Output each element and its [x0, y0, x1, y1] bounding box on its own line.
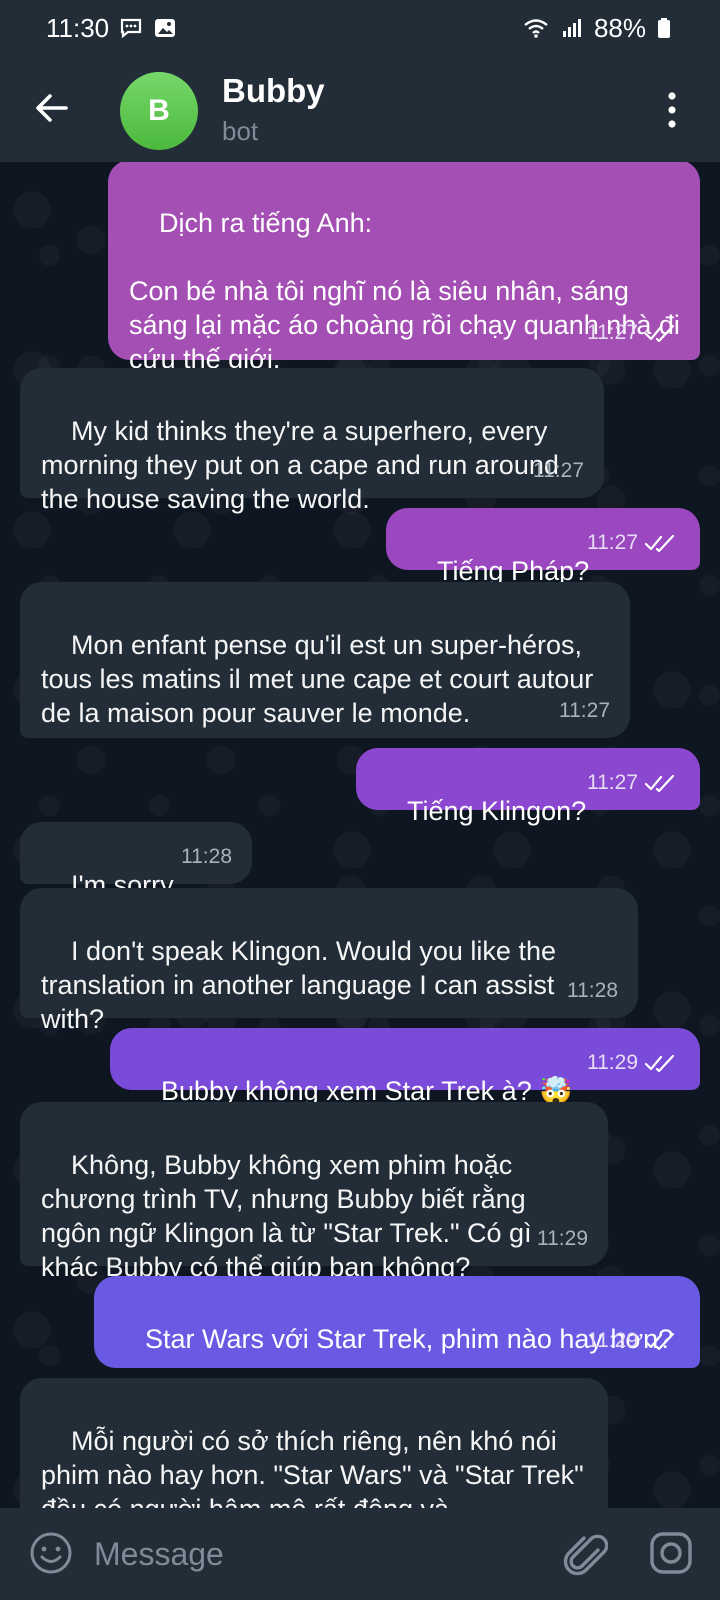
message-meta: 11:29 [587, 1324, 678, 1358]
message-bubble-incoming[interactable]: I'm sorry, 11:28 [20, 822, 252, 900]
message-meta: 11:27 [587, 316, 678, 350]
message-bubble-incoming[interactable]: Mỗi người có sở thích riêng, nên khó nói… [20, 1378, 608, 1508]
message-composer [0, 1508, 720, 1600]
avatar[interactable]: B [120, 72, 198, 150]
message-text: Không, Bubby không xem phim hoặc chương … [41, 1150, 540, 1282]
read-checks-icon [644, 534, 675, 552]
message-time: 11:27 [587, 321, 638, 344]
status-left: 11:30 [46, 13, 177, 44]
message-bubble-outgoing[interactable]: Tiếng Klingon? 11:27 [356, 748, 700, 826]
message-bubble-incoming[interactable]: Không, Bubby không xem phim hoặc chương … [20, 1102, 608, 1282]
message-bubble-outgoing[interactable]: Tiếng Pháp? 11:27 [386, 508, 700, 586]
chat-title[interactable]: Bubby [222, 72, 325, 110]
message-meta: 11:27 [587, 766, 678, 800]
message-input[interactable] [94, 1526, 514, 1582]
message-time: 11:27 [587, 531, 638, 554]
message-time: 11:28 [181, 845, 232, 868]
status-right: 88% [522, 13, 672, 44]
chat-messages[interactable]: Dịch ra tiếng Anh: Con bé nhà tôi nghĩ n… [0, 162, 720, 1508]
battery-icon [658, 18, 670, 38]
camera-icon[interactable] [648, 1530, 694, 1576]
wifi-icon [524, 19, 548, 38]
chat-bubble-icon [121, 18, 142, 39]
status-bar: 11:30 88% [0, 0, 720, 56]
read-checks-icon [644, 324, 675, 342]
message-text: Mon enfant pense qu'il est un super-héro… [41, 630, 601, 728]
message-meta: 11:27 [587, 526, 678, 560]
message-bubble-incoming[interactable]: I don't speak Klingon. Would you like th… [20, 888, 638, 1034]
message-meta: 11:29 [587, 1046, 678, 1080]
battery-percent: 88% [593, 12, 646, 43]
image-icon [155, 19, 176, 37]
message-text: My kid thinks they're a superhero, every… [41, 416, 567, 514]
more-vertical-icon[interactable] [664, 90, 680, 130]
message-time: 11:28 [567, 979, 618, 1002]
message-time: 11:27 [559, 699, 610, 722]
signal-icon [562, 19, 581, 37]
message-bubble-incoming[interactable]: Mon enfant pense qu'il est un super-héro… [20, 582, 630, 738]
attach-icon[interactable] [560, 1530, 608, 1578]
read-checks-icon [644, 1332, 675, 1350]
message-time: 11:29 [587, 1051, 638, 1074]
message-time: 11:29 [587, 1329, 638, 1352]
chat-header: B Bubby bot [0, 56, 720, 162]
message-bubble-outgoing[interactable]: Bubby không xem Star Trek à? 🤯 11:29 [110, 1028, 700, 1106]
chat-subtitle: bot [222, 116, 259, 146]
message-text: Tiếng Klingon? [407, 796, 587, 826]
message-text: I don't speak Klingon. Would you like th… [41, 936, 564, 1034]
back-arrow-icon[interactable] [30, 86, 74, 130]
message-text: Mỗi người có sở thích riêng, nên khó nói… [41, 1426, 584, 1508]
read-checks-icon [644, 774, 675, 792]
status-time: 11:30 [46, 12, 110, 43]
message-bubble-outgoing[interactable]: Dịch ra tiếng Anh: Con bé nhà tôi nghĩ n… [108, 162, 700, 374]
message-time: 11:27 [533, 459, 584, 482]
message-bubble-outgoing[interactable]: Star Wars với Star Trek, phim nào hay hơ… [94, 1276, 700, 1368]
read-checks-icon [644, 1054, 675, 1072]
emoji-icon[interactable] [28, 1530, 74, 1576]
message-time: 11:27 [587, 771, 638, 794]
message-bubble-incoming[interactable]: My kid thinks they're a superhero, every… [20, 368, 604, 514]
message-time: 11:29 [537, 1227, 588, 1250]
